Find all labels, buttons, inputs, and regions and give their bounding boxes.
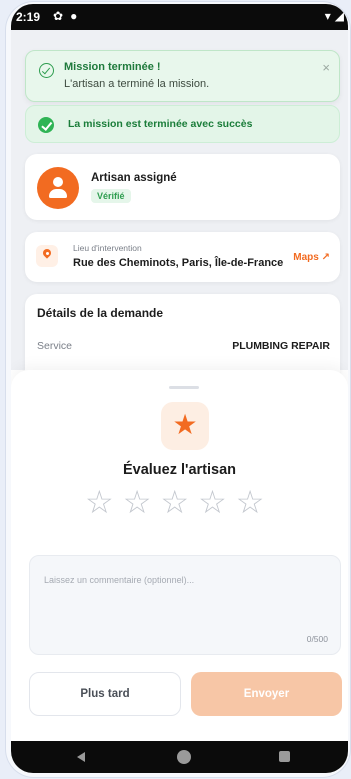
- sheet-drag-handle[interactable]: [169, 386, 199, 389]
- check-circle-icon: [39, 63, 54, 78]
- external-link-icon: ↗: [321, 252, 330, 263]
- location-pin-icon: [36, 245, 58, 267]
- details-title: Détails de la demande: [37, 306, 164, 320]
- comment-placeholder: Laissez un commentaire (optionnel)...: [44, 575, 195, 585]
- mission-complete-toast: Mission terminée ! L'artisan a terminé l…: [25, 50, 340, 102]
- star-rating[interactable]: ☆ ☆ ☆ ☆ ☆: [85, 485, 264, 519]
- wifi-icon: ▾: [324, 9, 331, 23]
- toast-title: Mission terminée !: [64, 61, 161, 73]
- service-label: Service: [37, 340, 73, 352]
- location-card: Lieu d'intervention Rue des Cheminots, P…: [25, 232, 340, 282]
- artisan-title: Artisan assigné: [91, 172, 177, 184]
- maps-link-label: Maps: [293, 252, 319, 263]
- app-notification-icon: ●: [70, 9, 78, 23]
- send-button[interactable]: Envoyer: [191, 672, 342, 716]
- star-4-icon[interactable]: ☆: [198, 485, 227, 519]
- home-icon[interactable]: [177, 750, 191, 764]
- signal-icon: ◢: [334, 9, 344, 23]
- char-counter: 0/500: [306, 634, 328, 644]
- phone-screen: 2:19 ✿ ● ▾ ◢ Mission terminée ! L'artisa…: [11, 4, 348, 773]
- star-1-icon[interactable]: ☆: [85, 485, 114, 519]
- navigation-bar: [11, 741, 348, 773]
- artisan-card[interactable]: Artisan assigné Vérifié: [25, 154, 340, 220]
- check-filled-icon: [38, 117, 54, 133]
- verified-badge: Vérifié: [91, 189, 131, 203]
- status-time: 2:19: [16, 10, 41, 24]
- success-text: La mission est terminée avec succès: [68, 118, 253, 130]
- comment-field[interactable]: Laissez un commentaire (optionnel)... 0/…: [29, 555, 341, 655]
- toast-message: L'artisan a terminé la mission.: [64, 78, 210, 90]
- star-3-icon[interactable]: ☆: [160, 485, 189, 519]
- maps-link[interactable]: Maps ↗: [293, 252, 330, 263]
- location-label: Lieu d'intervention: [73, 243, 142, 253]
- later-button[interactable]: Plus tard: [29, 672, 181, 716]
- success-banner: La mission est terminée avec succès: [25, 105, 340, 143]
- close-icon[interactable]: ×: [322, 60, 330, 75]
- star-5-icon[interactable]: ☆: [236, 485, 265, 519]
- recents-icon[interactable]: [279, 751, 290, 762]
- star-badge-icon: ★: [161, 402, 209, 450]
- status-left-icons: ✿ ●: [53, 9, 77, 23]
- settings-icon: ✿: [53, 9, 64, 23]
- avatar-icon: [37, 167, 79, 209]
- location-address: Rue des Cheminots, Paris, Île-de-France: [73, 257, 284, 269]
- rating-title: Évaluez l'artisan: [122, 462, 237, 478]
- rating-bottom-sheet: ★ Évaluez l'artisan ☆ ☆ ☆ ☆ ☆ Laissez un…: [11, 370, 348, 750]
- back-icon[interactable]: [77, 752, 85, 762]
- star-2-icon[interactable]: ☆: [123, 485, 152, 519]
- status-right-icons: ▾ ◢: [325, 9, 344, 23]
- status-bar: 2:19 ✿ ● ▾ ◢: [11, 4, 348, 30]
- service-value: PLUMBING REPAIR: [232, 340, 330, 352]
